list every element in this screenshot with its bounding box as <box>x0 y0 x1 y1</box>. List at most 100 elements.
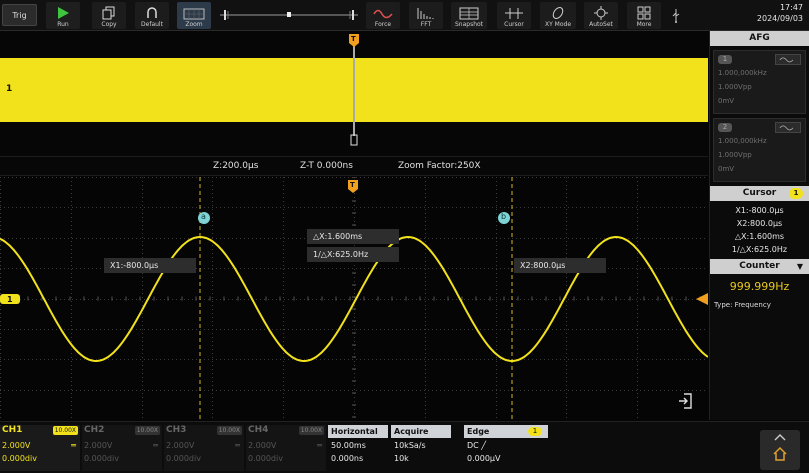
afg-ch2-freq: 1.000,000kHz <box>718 137 767 145</box>
afg-title: AFG <box>749 33 770 43</box>
afg-channel-2[interactable]: 2 1.000,000kHz 1.000Vpp 0mV <box>713 118 806 182</box>
zoom-trigger-offset: Z-T 0.000ns <box>300 161 353 171</box>
ch4-scale: 2.000V <box>248 441 277 450</box>
afg-header[interactable]: AFG <box>710 31 809 46</box>
afg-ch1-wave-icon <box>775 54 801 65</box>
snapshot-label: Snapshot <box>454 21 484 28</box>
more-button[interactable]: More <box>627 2 661 29</box>
zoom-icon <box>183 8 205 20</box>
afg-ch1-amp: 1.000Vpp <box>718 83 752 91</box>
cursor-b-label: b <box>501 212 507 221</box>
afg-ch2-chip: 2 <box>718 123 732 132</box>
ch2-coupling-icon: ═ <box>153 441 158 450</box>
cursor-panel-title: Cursor <box>742 188 777 198</box>
snapshot-button[interactable]: Snapshot <box>451 2 487 29</box>
position-slider[interactable] <box>218 6 360 24</box>
ch1-probe-tag: 10.00X <box>52 426 78 435</box>
fft-label: FFT <box>420 21 432 28</box>
cursor-panel-x2: X2:800.0µs <box>736 219 783 228</box>
acquire-depth: 10k <box>394 454 409 463</box>
horizontal-delay: 0.000ns <box>331 454 364 463</box>
exit-icon[interactable] <box>676 391 696 411</box>
afg-channel-1[interactable]: 1 1.000,000kHz 1.000Vpp 0mV <box>713 50 806 114</box>
overview-window[interactable]: T 1 <box>0 31 708 156</box>
run-button[interactable]: Run <box>46 2 80 29</box>
home-icon <box>773 446 787 461</box>
trigger-level-marker[interactable] <box>696 293 708 305</box>
ch1-marker-label: 1 <box>7 295 13 304</box>
zoom-label: Zoom <box>185 21 203 28</box>
cursor-panel-body: X1:-800.0µs X2:800.0µs △X:1.600ms 1/△X:6… <box>710 201 809 256</box>
cursor-panel-badge: 1 <box>789 188 803 199</box>
ch2-probe-tag: 10.00X <box>134 426 160 435</box>
more-label: More <box>636 21 652 28</box>
ch3-offset: 0.000div <box>166 454 201 463</box>
run-label: Run <box>57 21 69 28</box>
ch2-scale: 2.000V <box>84 441 113 450</box>
counter-dropdown-icon: ▼ <box>796 262 803 271</box>
ch1-coupling-icon: ═ <box>71 441 76 450</box>
right-panel: AFG 1 1.000,000kHz 1.000Vpp 0mV 2 1.000,… <box>709 31 809 420</box>
xy-mode-icon <box>552 7 564 19</box>
ch3-name: CH3 <box>166 425 187 435</box>
horizontal-block[interactable]: Horizontal 50.00ms 0.000ns <box>328 425 388 471</box>
autoset-button[interactable]: AutoSet <box>584 2 618 29</box>
zoom-info-strip: Z:200.0µs Z-T 0.000ns Zoom Factor:250X <box>0 156 708 176</box>
zoom-window[interactable]: a b 1 T X1:-800.0µs △X:1.600ms 1/△X:625.… <box>0 177 708 420</box>
acquire-block[interactable]: Acquire 10kSa/s 10k <box>391 425 451 471</box>
xy-mode-label: XY Mode <box>544 21 572 28</box>
default-icon <box>147 7 157 18</box>
overview-ch1-marker: 1 <box>6 84 13 94</box>
x1-readout: X1:-800.0µs <box>104 258 196 273</box>
home-button[interactable] <box>760 430 800 470</box>
clock-date: 2024/09/03 <box>756 14 803 23</box>
afg-ch1-chip: 1 <box>718 55 732 64</box>
ch1-scale: 2.000V <box>2 441 31 450</box>
cursor-button[interactable]: Cursor <box>497 2 531 29</box>
edge-source-badge: 1 <box>528 427 542 436</box>
autoset-label: AutoSet <box>589 21 613 28</box>
clock-time: 17:47 <box>779 3 803 12</box>
horizontal-timebase: 50.00ms <box>331 441 366 450</box>
afg-ch2-offset: 0mV <box>718 165 735 173</box>
cursor-panel-header[interactable]: Cursor 1 <box>710 186 809 201</box>
ch1-offset: 0.000div <box>2 454 37 463</box>
force-button[interactable]: Force <box>366 2 400 29</box>
ch2-name: CH2 <box>84 425 105 435</box>
cursor-panel-x1: X1:-800.0µs <box>735 206 784 215</box>
overview-plot <box>0 34 708 146</box>
counter-title: Counter <box>739 261 780 271</box>
ch4-probe-tag: 10.00X <box>298 426 324 435</box>
afg-ch1-freq: 1.000,000kHz <box>718 69 767 77</box>
ch3-probe-tag: 10.00X <box>216 426 242 435</box>
ch2-offset: 0.000div <box>84 454 119 463</box>
trig-button[interactable]: Trig <box>2 4 37 26</box>
zoom-timebase: Z:200.0µs <box>213 161 259 171</box>
fft-button[interactable]: FFT <box>409 2 443 29</box>
counter-type-label: Type: <box>714 301 733 309</box>
clock: 17:47 2024/09/03 <box>757 2 803 24</box>
zoom-trigger-label: T <box>350 181 355 189</box>
ch1-block[interactable]: CH1 10.00X 2.000V 0.000div ═ <box>0 425 80 471</box>
ch2-block[interactable]: CH2 10.00X 2.000V 0.000div ═ <box>82 425 162 471</box>
zoom-plot <box>0 177 708 420</box>
cursor-panel-delta-x: △X:1.600ms <box>734 232 785 241</box>
inv-delta-x-readout: 1/△X:625.0Hz <box>307 247 399 262</box>
cursor-icon <box>505 8 523 19</box>
counter-header[interactable]: Counter ▼ <box>710 259 809 274</box>
zoom-factor: Zoom Factor:250X <box>398 161 481 171</box>
ch3-block[interactable]: CH3 10.00X 2.000V 0.000div ═ <box>164 425 244 471</box>
delta-x-readout: △X:1.600ms <box>307 229 399 244</box>
copy-button[interactable]: Copy <box>92 2 126 29</box>
play-icon <box>58 7 69 19</box>
force-label: Force <box>374 21 392 28</box>
copy-icon <box>102 6 115 20</box>
zoom-button[interactable]: Zoom <box>177 2 211 29</box>
default-button[interactable]: Default <box>135 2 169 29</box>
trigger-edge-block[interactable]: Edge 1 DC ╱ 0.000µV <box>464 425 548 471</box>
xy-mode-button[interactable]: XY Mode <box>540 2 576 29</box>
acquire-title: Acquire <box>391 425 451 438</box>
afg-ch2-wave-icon <box>775 122 801 133</box>
ch4-name: CH4 <box>248 425 269 435</box>
ch4-block[interactable]: CH4 10.00X 2.000V 0.000div ═ <box>246 425 326 471</box>
